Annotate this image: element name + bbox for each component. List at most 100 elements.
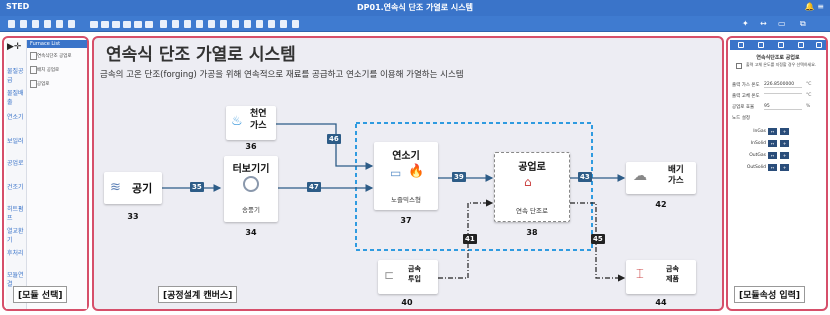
solid-temp-note: 출력 고체 온도를 지정할 경우 선택하세요. xyxy=(746,62,817,67)
node-burner[interactable]: 연소기 ▭ 🔥 노즐믹스형 xyxy=(374,142,438,210)
node-exhaust-number: 42 xyxy=(655,200,667,209)
bell-icon[interactable]: 🔔 ≡ xyxy=(805,2,824,11)
chart-icon[interactable] xyxy=(123,20,131,28)
align-icon[interactable] xyxy=(220,20,227,28)
properties-tabs xyxy=(730,40,826,50)
sliders-icon[interactable] xyxy=(738,42,744,48)
node-furnace[interactable]: 공업로 ⌂ 연속 단조로 xyxy=(494,152,570,222)
prop-value-input[interactable]: 95 xyxy=(764,104,802,110)
category-item[interactable]: 건조기 xyxy=(7,182,24,191)
export-icon[interactable] xyxy=(56,20,63,28)
table-icon[interactable] xyxy=(112,20,120,28)
node-metal-input[interactable]: ⊏ 금속 투입 xyxy=(378,260,438,294)
io-label: OutGas xyxy=(749,153,766,158)
node-burner-label: 연소기 xyxy=(392,151,420,162)
category-item[interactable]: 보일러 xyxy=(7,136,24,145)
io-button[interactable]: ↔ xyxy=(768,152,777,159)
stop-icon[interactable] xyxy=(292,20,299,28)
redo-icon[interactable] xyxy=(172,20,179,28)
copy-icon[interactable] xyxy=(184,20,191,28)
palette-icon[interactable] xyxy=(778,42,784,48)
distribute-icon[interactable] xyxy=(232,20,239,28)
toolbar: ✦ ↔ ▭ ⧉ xyxy=(0,16,830,32)
new-file-icon[interactable] xyxy=(8,20,15,28)
connection-label-43[interactable]: 43 xyxy=(578,172,592,182)
io-button[interactable]: + xyxy=(780,164,789,171)
category-item[interactable]: 공업로 xyxy=(7,158,24,167)
category-item[interactable]: 연소기 xyxy=(7,112,24,121)
node-natural-gas[interactable]: ♨ 천연 가스 xyxy=(226,106,276,140)
io-button[interactable]: ↔ xyxy=(768,128,777,135)
fit-icon[interactable] xyxy=(268,20,275,28)
io-button[interactable]: + xyxy=(780,152,789,159)
zoom-in-icon[interactable] xyxy=(244,20,251,28)
run-icon[interactable] xyxy=(280,20,287,28)
undo-icon[interactable] xyxy=(160,20,167,28)
prop-label: 노드 설정 xyxy=(732,116,750,121)
node-air-number: 33 xyxy=(127,212,139,221)
node-air-label: 공기 xyxy=(132,182,153,195)
module-select-label: [모듈 선택] xyxy=(13,286,68,303)
node-natural-gas-label-line2: 가스 xyxy=(250,121,267,131)
node-metal-product[interactable]: ⌶ 금속 제품 xyxy=(626,260,696,294)
save-as-icon[interactable] xyxy=(44,20,51,28)
connection-label-35[interactable]: 35 xyxy=(190,182,204,192)
process-canvas[interactable]: 연속식 단조 가열로 시스템 금속의 고온 단조(forging) 가공을 위해… xyxy=(92,36,724,311)
save-icon[interactable] xyxy=(32,20,39,28)
connection-label-39[interactable]: 39 xyxy=(452,172,466,182)
connection-label-46[interactable]: 46 xyxy=(327,134,341,144)
save-icon[interactable] xyxy=(798,42,804,48)
category-item[interactable]: 물질공급 xyxy=(7,66,26,84)
pointer-icon[interactable]: ▶✛ xyxy=(7,42,21,52)
io-button[interactable]: ↔ xyxy=(768,164,777,171)
canvas-label: [공정설계 캔버스] xyxy=(158,286,238,303)
io-button[interactable]: + xyxy=(780,140,789,147)
grid-icon[interactable] xyxy=(90,20,98,28)
report-icon[interactable] xyxy=(134,20,142,28)
cut-icon[interactable] xyxy=(208,20,215,28)
node-burner-number: 37 xyxy=(400,216,412,225)
node-burner-sub: 노즐믹스형 xyxy=(391,196,421,204)
category-item[interactable]: 열교환기 xyxy=(7,226,26,244)
arrow-icon[interactable]: ↔ xyxy=(760,19,767,28)
furnace-list-item[interactable]: 공업로 xyxy=(27,76,87,90)
eye-icon[interactable] xyxy=(816,42,822,48)
open-file-icon[interactable] xyxy=(20,20,27,28)
category-item[interactable]: 히트펌프 xyxy=(7,204,26,222)
prop-label: 출력 고체 온도 xyxy=(732,94,760,99)
category-item[interactable]: 후처리 xyxy=(7,248,24,257)
window-icon[interactable]: ⧉ xyxy=(800,19,806,29)
paste-icon[interactable] xyxy=(196,20,203,28)
node-natural-gas-number: 36 xyxy=(245,142,257,151)
node-exhaust[interactable]: ☁ 배기 가스 xyxy=(626,162,696,194)
settings-icon[interactable] xyxy=(145,20,153,28)
zoom-out-icon[interactable] xyxy=(256,20,263,28)
furnace-list-item[interactable]: 배치 공업로 xyxy=(27,62,87,76)
io-row: InSolid ↔ + xyxy=(732,140,824,148)
io-label: OutSolid xyxy=(746,165,766,170)
connection-label-41[interactable]: 41 xyxy=(463,234,477,244)
category-item[interactable]: 물질배출 xyxy=(7,88,26,106)
io-button[interactable]: ↔ xyxy=(768,140,777,147)
solid-temp-checkbox[interactable] xyxy=(736,63,742,69)
ingot-icon: ⊏ xyxy=(384,268,395,282)
delete-icon[interactable] xyxy=(68,20,75,28)
io-button[interactable]: + xyxy=(780,128,789,135)
properties-label: [모듈속성 입력] xyxy=(734,286,806,303)
connection-label-45[interactable]: 45 xyxy=(591,234,605,244)
node-air[interactable]: ≋ 공기 xyxy=(104,172,162,204)
gear-icon[interactable] xyxy=(758,42,764,48)
prop-unit: °C xyxy=(806,93,812,98)
layout-icon[interactable] xyxy=(101,20,109,28)
monitor-icon[interactable]: ▭ xyxy=(778,19,786,28)
node-exhaust-label-line2: 가스 xyxy=(668,176,684,186)
prop-value-input[interactable]: 226.8500000 xyxy=(764,82,802,88)
connection-label-47[interactable]: 47 xyxy=(307,182,321,192)
node-metal-product-label-line1: 금속 xyxy=(666,265,679,273)
blower-icon xyxy=(243,176,259,192)
i-beam-icon: ⌶ xyxy=(636,267,644,282)
prop-value-input[interactable] xyxy=(764,93,802,94)
node-turbo[interactable]: 터보기기 송풍기 xyxy=(224,156,278,222)
add-icon[interactable]: ✦ xyxy=(742,19,749,28)
furnace-list-item[interactable]: 연속식단조 공업로 xyxy=(27,48,87,62)
